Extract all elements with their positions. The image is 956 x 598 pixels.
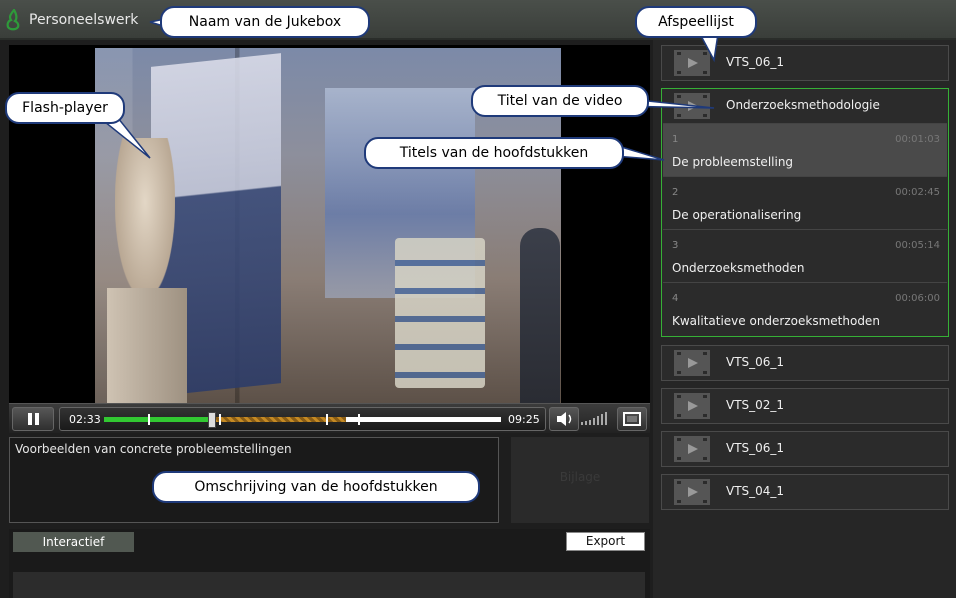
callout-video-title: Titel van de video [471, 85, 649, 117]
callout-chapter-titles: Titels van de hoofdstukken [364, 137, 624, 169]
callout-playlist: Afspeellijst [635, 6, 757, 38]
callout-jukebox: Naam van de Jukebox [160, 6, 370, 38]
callout-description: Omschrijving van de hoofdstukken [152, 471, 480, 503]
callout-flash-player: Flash-player [5, 92, 125, 124]
